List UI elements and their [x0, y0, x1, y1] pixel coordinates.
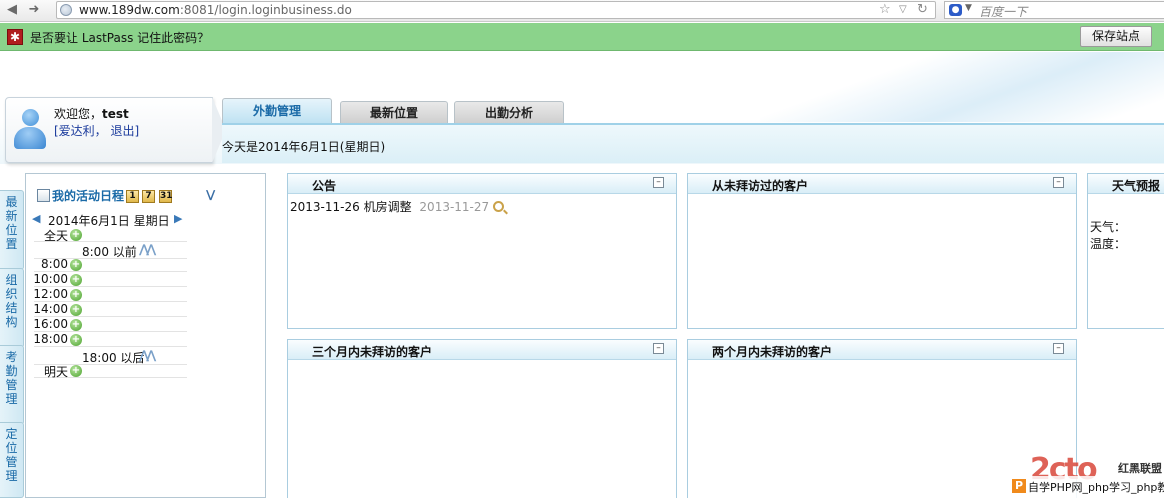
notice-posted-date: 2013-11-27 [419, 200, 490, 214]
collapse-icon[interactable]: ⋁ [206, 188, 215, 201]
dropdown-icon[interactable]: ▽ [899, 4, 907, 15]
portlet-header: 三个月内未拜访的客户 – [288, 340, 676, 360]
main-tabs: 外勤管理 最新位置 出勤分析 [222, 98, 1164, 123]
portlet-header: 从未拜访过的客户 – [688, 174, 1076, 194]
portlet-title: 从未拜访过的客户 [712, 179, 809, 193]
back-arrow-icon[interactable]: ◀ [4, 2, 20, 18]
side-tab-label: 组织结构 [5, 273, 18, 329]
date-bar: 今天是2014年6月1日(星期日) [222, 123, 1164, 163]
notice-portlet: 公告 – 2013-11-26 机房调整 2013-11-27 [287, 173, 677, 329]
search-input[interactable]: 百度一下 [979, 3, 1027, 20]
add-event-icon[interactable]: + [70, 289, 82, 301]
side-tab-label: 考勤管理 [5, 350, 18, 406]
magnifier-icon[interactable] [493, 201, 505, 212]
lastpass-bar: ✱ 是否要让 LastPass 记住此密码？ 保存站点 [0, 23, 1164, 51]
week-view-button[interactable]: 7 [142, 190, 155, 203]
side-tab-label: 最新位置 [5, 195, 18, 251]
baidu-paw-icon[interactable]: ● [949, 4, 962, 16]
today-date: 今天是2014年6月1日(星期日) [222, 140, 386, 154]
add-event-icon[interactable]: + [70, 274, 82, 286]
chevron-down-icon[interactable]: ▼ [965, 3, 972, 13]
watermark-text: 自学PHP网_php学习_php教 [1028, 481, 1164, 494]
weather-portlet: 天气预报 天气： 温度： [1087, 173, 1164, 329]
portlet-header: 公告 – [288, 174, 676, 194]
slot-12: 12:00 + [33, 287, 187, 302]
side-tab-latest-location[interactable]: 最新位置 [0, 190, 24, 270]
slot-10: 10:00 + [33, 272, 187, 287]
user-links[interactable]: [爱达利， 退出] [54, 122, 139, 139]
temperature-label: 温度： [1090, 237, 1127, 251]
minimize-icon[interactable]: – [1053, 343, 1064, 354]
side-tab-positioning[interactable]: 定位管理 [0, 422, 24, 498]
tab-attendance-analysis[interactable]: 出勤分析 [454, 101, 564, 123]
notice-title: 机房调整 [363, 200, 412, 214]
notepad-icon [37, 189, 50, 202]
expand-down-icon[interactable]: ⋀⋀ [139, 348, 156, 362]
browser-toolbar: ◀ ➜ www.189dw.com:8081/login.loginbusine… [0, 0, 1164, 22]
avatar-icon [14, 109, 46, 151]
minimize-icon[interactable]: – [1053, 177, 1064, 188]
slot-all-day: 全天 + [34, 227, 187, 243]
activity-calendar: 我的活动日程 1 7 31 ⋁ ◀ 2014年6月1日 星期日 ▶ 全天 + 8… [25, 173, 266, 498]
prev-day-icon[interactable]: ◀ [32, 212, 40, 225]
slot-18: 18:00 + [33, 332, 187, 347]
slot-14: 14:00 + [33, 302, 187, 317]
expand-up-icon[interactable]: ⋀⋀ [139, 242, 156, 256]
portlet-title: 公告 [312, 179, 337, 193]
star-icon[interactable]: ☆ [879, 2, 891, 17]
side-tab-org-structure[interactable]: 组织结构 [0, 268, 24, 348]
calendar-title[interactable]: 我的活动日程 [52, 187, 124, 204]
add-event-icon[interactable]: + [70, 365, 82, 377]
welcome-text: 欢迎您，test [54, 107, 129, 121]
weather-label: 天气： [1090, 220, 1127, 234]
minimize-icon[interactable]: – [653, 343, 664, 354]
username: test [102, 107, 129, 121]
portlet-header: 天气预报 [1088, 174, 1164, 194]
forward-arrow-icon[interactable]: ➜ [26, 2, 42, 18]
side-tab-label: 定位管理 [5, 427, 18, 483]
address-bar[interactable]: www.189dw.com:8081/login.loginbusiness.d… [56, 1, 936, 19]
next-day-icon[interactable]: ▶ [174, 212, 182, 225]
three-months-portlet: 三个月内未拜访的客户 – [287, 339, 677, 498]
tab-field-management[interactable]: 外勤管理 [222, 98, 332, 123]
lastpass-icon: ✱ [7, 29, 23, 45]
search-bar[interactable]: ● ▼ 百度一下 [944, 1, 1164, 19]
portlet-title: 天气预报 [1112, 179, 1161, 193]
address-url: www.189dw.com:8081/login.loginbusiness.d… [79, 3, 352, 17]
tab-latest-location[interactable]: 最新位置 [340, 101, 448, 123]
slot-16: 16:00 + [33, 317, 187, 332]
minimize-icon[interactable]: – [653, 177, 664, 188]
slot-8: 8:00 + [34, 257, 187, 272]
portlet-title: 三个月内未拜访的客户 [312, 345, 433, 359]
save-site-button[interactable]: 保存站点 [1080, 26, 1152, 47]
notice-item[interactable]: 2013-11-26 机房调整 2013-11-27 [290, 198, 505, 215]
day-view-button[interactable]: 1 [126, 190, 139, 203]
watermark-side-text: 红黑联盟 [1118, 462, 1162, 475]
watermark-p-icon: P [1012, 479, 1026, 493]
lastpass-prompt: 是否要让 LastPass 记住此密码？ [30, 31, 210, 45]
two-months-portlet: 两个月内未拜访的客户 – [687, 339, 1077, 498]
add-event-icon[interactable]: + [70, 334, 82, 346]
add-event-icon[interactable]: + [70, 259, 82, 271]
portlet-title: 两个月内未拜访的客户 [712, 345, 833, 359]
month-view-button[interactable]: 31 [159, 190, 173, 203]
add-event-icon[interactable]: + [70, 319, 82, 331]
portlet-header: 两个月内未拜访的客户 – [688, 340, 1076, 360]
globe-icon [60, 4, 72, 16]
never-visited-portlet: 从未拜访过的客户 – [687, 173, 1077, 329]
slot-tomorrow: 明天 + [34, 363, 187, 379]
add-event-icon[interactable]: + [70, 304, 82, 316]
reload-icon[interactable]: ↻ [917, 2, 928, 17]
side-tab-attendance[interactable]: 考勤管理 [0, 345, 24, 425]
add-event-icon[interactable]: + [70, 229, 82, 241]
